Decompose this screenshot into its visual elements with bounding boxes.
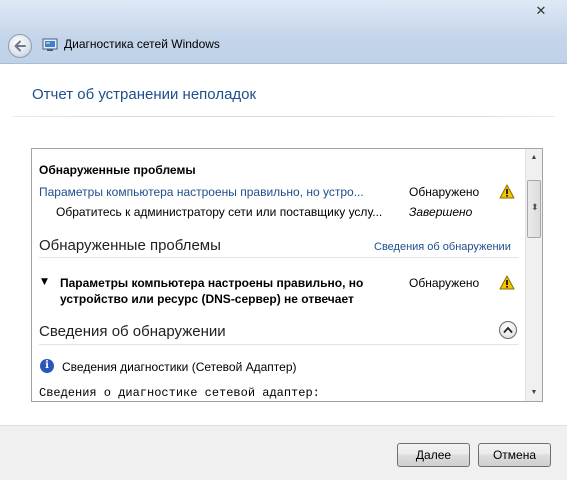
back-arrow-icon [14, 40, 26, 52]
header-divider [12, 116, 555, 117]
page-header: Отчет об устранении неполадок [0, 64, 567, 138]
close-button[interactable]: ✕ [519, 2, 563, 22]
scroll-up-arrow-icon[interactable]: ▲ [526, 149, 542, 166]
summary-problem-status: Обнаружено [409, 185, 480, 199]
vertical-scrollbar[interactable]: ▲ ⬍ ▼ [525, 149, 542, 401]
window-title: Диагностика сетей Windows [64, 37, 220, 51]
cancel-button[interactable]: Отмена [478, 443, 551, 467]
title-bar: ✕ Диагностика сетей Windows [0, 0, 567, 64]
problem-title-line2: устройство или ресурс (DNS-сервер) не от… [60, 292, 354, 306]
problems-heading: Обнаруженные проблемы [39, 237, 221, 254]
detection-details-link[interactable]: Сведения об обнаружении [374, 241, 511, 253]
next-button[interactable]: Далее [397, 443, 470, 467]
problem-status: Обнаружено [409, 276, 480, 290]
chevron-up-icon [503, 326, 513, 334]
info-icon: i [40, 359, 54, 373]
expand-arrow-icon[interactable]: ▼ [41, 277, 48, 287]
scroll-thumb[interactable]: ⬍ [527, 180, 541, 238]
scroll-grip-icon: ⬍ [531, 203, 539, 213]
diagnostic-mono-text: Сведения о диагностике сетевой адаптер: [39, 386, 320, 400]
scroll-down-arrow-icon[interactable]: ▼ [526, 384, 542, 401]
diagnostic-info-label: Сведения диагностики (Сетевой Адаптер) [62, 360, 297, 374]
problem-title-line1: Параметры компьютера настроены правильно… [60, 276, 364, 290]
detection-divider [39, 344, 519, 345]
summary-problem-link[interactable]: Параметры компьютера настроены правильно… [39, 185, 364, 199]
page-title: Отчет об устранении неполадок [32, 86, 257, 103]
detection-heading: Сведения об обнаружении [39, 323, 226, 340]
network-diagnostics-icon [42, 38, 58, 51]
summary-action-text: Обратитесь к администратору сети или пос… [56, 205, 383, 219]
warning-icon [499, 275, 515, 290]
report-content: Обнаруженные проблемы Параметры компьюте… [32, 149, 526, 401]
warning-icon [499, 184, 515, 199]
report-panel: Обнаруженные проблемы Параметры компьюте… [31, 148, 543, 402]
summary-action-status: Завершено [409, 205, 473, 219]
problems-divider [39, 257, 519, 258]
collapse-button[interactable] [499, 321, 517, 339]
back-button[interactable] [8, 34, 32, 58]
summary-heading: Обнаруженные проблемы [39, 163, 196, 177]
close-icon: ✕ [535, 4, 547, 19]
footer: Далее Отмена [0, 425, 567, 480]
